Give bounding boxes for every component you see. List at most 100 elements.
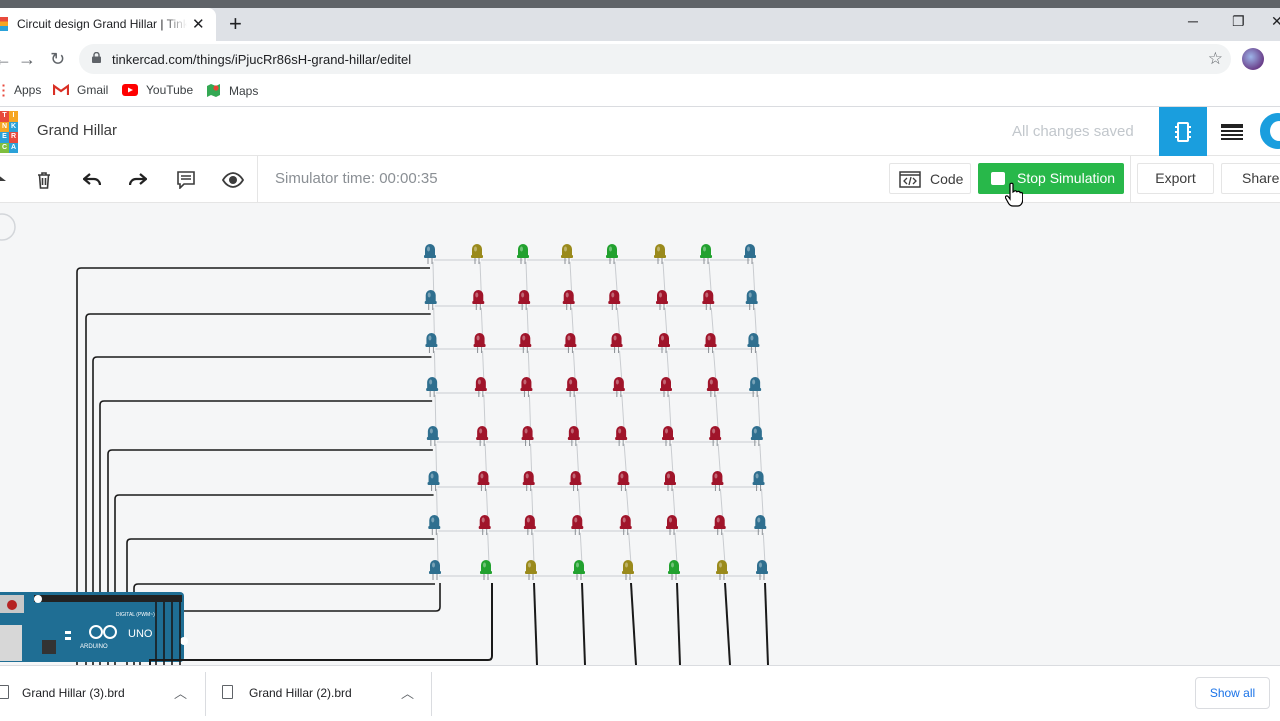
led[interactable]	[704, 333, 717, 353]
schematic-view-button[interactable]	[1208, 107, 1256, 156]
export-button[interactable]: Export	[1137, 163, 1214, 194]
bookmark-apps[interactable]: Apps	[0, 83, 41, 97]
led[interactable]	[660, 377, 672, 397]
led[interactable]	[525, 560, 537, 580]
led[interactable]	[752, 471, 765, 491]
close-tab-icon[interactable]: ✕	[192, 15, 205, 33]
led[interactable]	[662, 426, 674, 446]
project-name[interactable]: Grand Hillar	[37, 122, 117, 139]
led[interactable]	[561, 244, 573, 264]
led[interactable]	[427, 471, 440, 491]
show-all-button[interactable]: Show all	[1195, 677, 1270, 709]
led[interactable]	[523, 515, 536, 535]
led[interactable]	[619, 515, 632, 535]
led-matrix[interactable]	[424, 244, 768, 580]
led[interactable]	[606, 244, 618, 264]
code-button[interactable]: Code	[889, 163, 971, 194]
omnibox[interactable]: tinkercad.com/things/iPjucRr86sH-grand-h…	[79, 44, 1231, 74]
led[interactable]	[666, 515, 678, 535]
led[interactable]	[656, 290, 668, 310]
reset-button[interactable]	[7, 600, 17, 610]
new-tab-icon[interactable]: +	[229, 11, 242, 37]
tinkercad-logo[interactable]: TINKERCA	[0, 111, 18, 153]
led[interactable]	[668, 560, 680, 580]
forward-icon[interactable]: →	[18, 49, 36, 70]
arduino-uno-board[interactable]: ARDUINO UNO DIGITAL (PWM~)	[0, 592, 188, 662]
bookmark-gmail[interactable]: Gmail	[53, 83, 108, 97]
led[interactable]	[562, 290, 575, 310]
rotate-tool-icon[interactable]	[0, 168, 14, 192]
stop-simulation-button[interactable]: Stop Simulation	[978, 163, 1124, 194]
led[interactable]	[518, 290, 531, 310]
led[interactable]	[564, 333, 577, 353]
led[interactable]	[754, 515, 767, 535]
notes-icon[interactable]	[174, 168, 198, 192]
led[interactable]	[429, 560, 441, 580]
undo-icon[interactable]	[80, 168, 104, 192]
bookmark-youtube[interactable]: YouTube	[122, 83, 193, 97]
restore-icon[interactable]: ❐	[1232, 13, 1245, 30]
led[interactable]	[473, 333, 486, 353]
led[interactable]	[615, 426, 628, 446]
led[interactable]	[519, 333, 532, 353]
led[interactable]	[477, 471, 490, 491]
led[interactable]	[700, 244, 712, 264]
led[interactable]	[745, 290, 758, 310]
led[interactable]	[716, 560, 728, 580]
led[interactable]	[566, 377, 579, 397]
led[interactable]	[567, 426, 580, 446]
led[interactable]	[747, 333, 760, 353]
led[interactable]	[612, 377, 625, 397]
led[interactable]	[517, 244, 529, 264]
download-item[interactable]: Grand Hillar (3).brd ︿	[0, 666, 200, 721]
led[interactable]	[608, 290, 621, 310]
led[interactable]	[424, 244, 436, 264]
led[interactable]	[471, 244, 483, 264]
bookmark-star-icon[interactable]: ☆	[1208, 49, 1223, 69]
reload-icon[interactable]: ↻	[50, 49, 65, 70]
row-wire[interactable]	[139, 583, 441, 665]
led[interactable]	[654, 244, 666, 264]
share-button[interactable]: Share	[1221, 163, 1280, 194]
led[interactable]	[709, 426, 722, 446]
profile-avatar[interactable]	[1242, 48, 1264, 70]
led[interactable]	[573, 560, 585, 580]
chevron-up-icon[interactable]: ︿	[174, 683, 187, 702]
user-avatar[interactable]	[1260, 113, 1280, 149]
chevron-up-icon[interactable]: ︿	[401, 683, 414, 702]
led[interactable]	[428, 515, 441, 535]
led[interactable]	[520, 377, 533, 397]
led[interactable]	[480, 560, 492, 580]
led[interactable]	[569, 471, 582, 491]
led[interactable]	[756, 560, 768, 580]
circuit-canvas[interactable]: ARDUINO UNO DIGITAL (PWM~)	[0, 203, 1280, 665]
led[interactable]	[664, 471, 676, 491]
led[interactable]	[424, 290, 437, 310]
led[interactable]	[476, 426, 489, 446]
led[interactable]	[474, 377, 487, 397]
back-icon[interactable]: ←	[0, 49, 12, 70]
delete-trash-icon[interactable]	[32, 168, 56, 192]
circuit-drawing[interactable]: ARDUINO UNO DIGITAL (PWM~)	[0, 203, 1280, 665]
led[interactable]	[711, 471, 724, 491]
led[interactable]	[426, 426, 439, 446]
led[interactable]	[425, 333, 438, 353]
browser-tab[interactable]: Circuit design Grand Hillar | Tinkercad …	[0, 8, 216, 41]
led[interactable]	[702, 290, 715, 310]
led[interactable]	[610, 333, 623, 353]
led[interactable]	[522, 471, 535, 491]
led[interactable]	[622, 560, 634, 580]
circuit-view-button[interactable]	[1159, 107, 1207, 156]
download-item[interactable]: Grand Hillar (2).brd ︿	[222, 666, 422, 721]
led[interactable]	[658, 333, 670, 353]
led[interactable]	[744, 244, 756, 264]
led[interactable]	[750, 426, 763, 446]
led[interactable]	[571, 515, 584, 535]
fit-view-icon[interactable]	[0, 213, 16, 241]
led[interactable]	[749, 377, 762, 397]
led[interactable]	[478, 515, 491, 535]
led[interactable]	[426, 377, 439, 397]
led[interactable]	[706, 377, 719, 397]
redo-icon[interactable]	[126, 168, 150, 192]
led[interactable]	[472, 290, 485, 310]
